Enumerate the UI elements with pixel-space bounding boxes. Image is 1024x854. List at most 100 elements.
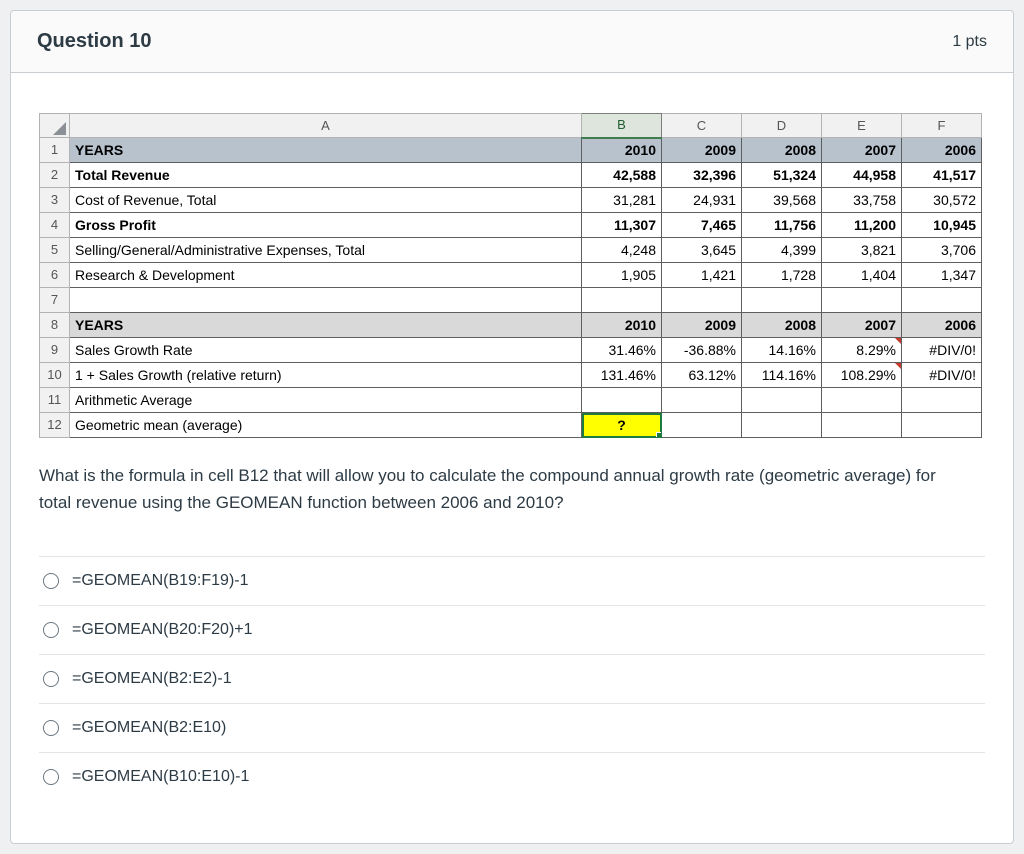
row-number: 5 <box>39 237 70 263</box>
answer-option-5[interactable]: =GEOMEAN(B10:E10)-1 <box>39 752 985 801</box>
answer-option-label: =GEOMEAN(B20:F20)+1 <box>72 621 253 639</box>
cell-D1: 2008 <box>741 137 822 163</box>
cell-F3: 30,572 <box>901 187 982 213</box>
spreadsheet-row: 4 Gross Profit 11,307 7,465 11,756 11,200 10… <box>39 212 982 238</box>
row-label-cell: Geometric mean (average) <box>69 412 582 438</box>
cell-C1: 2009 <box>661 137 742 163</box>
cell-D12 <box>741 412 822 438</box>
cell-E8: 2007 <box>821 312 902 338</box>
column-header-E: E <box>821 113 902 138</box>
cell-D7 <box>741 287 822 313</box>
question-card: Question 10 1 pts ABCDEF 1 YEARS 2010 200… <box>10 10 1014 845</box>
cell-E12 <box>821 412 902 438</box>
answer-option-1[interactable]: =GEOMEAN(B19:F19)-1 <box>39 556 985 605</box>
row-label-cell <box>69 287 582 313</box>
row-label-cell: Research & Development <box>69 262 582 288</box>
radio-button-icon[interactable] <box>43 622 59 639</box>
cell-D11 <box>741 387 822 413</box>
cell-B4: 11,307 <box>581 212 662 238</box>
cell-E9: 8.29% <box>821 337 902 363</box>
radio-button-icon[interactable] <box>43 769 59 786</box>
row-number: 1 <box>39 137 70 163</box>
row-label-cell: Arithmetic Average <box>69 387 582 413</box>
answer-options: =GEOMEAN(B19:F19)-1 =GEOMEAN(B20:F20)+1 … <box>39 556 985 801</box>
row-label-cell: Total Revenue <box>69 162 582 188</box>
cell-F5: 3,706 <box>901 237 982 263</box>
cell-E6: 1,404 <box>821 262 902 288</box>
cell-C3: 24,931 <box>661 187 742 213</box>
spreadsheet-row: 6 Research & Development 1,905 1,421 1,728… <box>39 262 982 288</box>
row-number: 12 <box>39 412 70 438</box>
column-header-F: F <box>901 113 982 138</box>
row-number: 6 <box>39 262 70 288</box>
spreadsheet-row: 3 Cost of Revenue, Total 31,281 24,931 39,… <box>39 187 982 213</box>
cell-C6: 1,421 <box>661 262 742 288</box>
radio-button-icon[interactable] <box>43 671 59 688</box>
question-title: Question 10 <box>37 30 152 52</box>
cell-C5: 3,645 <box>661 237 742 263</box>
row-label-cell: YEARS <box>69 312 582 338</box>
column-header-C: C <box>661 113 742 138</box>
spreadsheet-row: 8 YEARS 2010 2009 2008 2007 2006 <box>39 312 982 338</box>
cell-D5: 4,399 <box>741 237 822 263</box>
column-header-B: B <box>581 113 662 139</box>
cell-D8: 2008 <box>741 312 822 338</box>
cell-F12 <box>901 412 982 438</box>
cell-B8: 2010 <box>581 312 662 338</box>
cell-E2: 44,958 <box>821 162 902 188</box>
row-number: 4 <box>39 212 70 238</box>
cell-E7 <box>821 287 902 313</box>
spreadsheet-row: 9 Sales Growth Rate 31.46% -36.88% 14.16% 8… <box>39 337 982 363</box>
row-label-cell: Selling/General/Administrative Expenses,… <box>69 237 582 263</box>
cell-E1: 2007 <box>821 137 902 163</box>
row-number: 9 <box>39 337 70 363</box>
radio-button-icon[interactable] <box>43 573 59 590</box>
row-label-cell: Cost of Revenue, Total <box>69 187 582 213</box>
answer-option-2[interactable]: =GEOMEAN(B20:F20)+1 <box>39 605 985 654</box>
cell-F9: #DIV/0! <box>901 337 982 363</box>
row-number: 7 <box>39 287 70 313</box>
cell-F4: 10,945 <box>901 212 982 238</box>
cell-B7 <box>581 287 662 313</box>
row-number: 11 <box>39 387 70 413</box>
row-number: 8 <box>39 312 70 338</box>
cell-C2: 32,396 <box>661 162 742 188</box>
cell-B2: 42,588 <box>581 162 662 188</box>
question-body: ABCDEF 1 YEARS 2010 2009 2008 2007 2006 2 To… <box>11 73 1013 843</box>
answer-option-label: =GEOMEAN(B19:F19)-1 <box>72 572 249 590</box>
spreadsheet-row: 10 1 + Sales Growth (relative return) 13… <box>39 362 982 388</box>
cell-E10: 108.29% <box>821 362 902 388</box>
answer-option-3[interactable]: =GEOMEAN(B2:E2)-1 <box>39 654 985 703</box>
column-header-A: A <box>69 113 582 138</box>
spreadsheet-row: 7 <box>39 287 982 313</box>
cell-E11 <box>821 387 902 413</box>
spreadsheet-row: 1 YEARS 2010 2009 2008 2007 2006 <box>39 137 982 163</box>
question-header: Question 10 1 pts <box>11 11 1013 73</box>
row-number: 3 <box>39 187 70 213</box>
row-label-cell: YEARS <box>69 137 582 163</box>
select-all-corner <box>39 113 70 138</box>
spreadsheet-row: 2 Total Revenue 42,588 32,396 51,324 44,958… <box>39 162 982 188</box>
cell-C12 <box>661 412 742 438</box>
radio-button-icon[interactable] <box>43 720 59 737</box>
cell-B12: ? <box>581 412 662 438</box>
cell-C7 <box>661 287 742 313</box>
spreadsheet-row: 11 Arithmetic Average <box>39 387 982 413</box>
cell-E4: 11,200 <box>821 212 902 238</box>
cell-B6: 1,905 <box>581 262 662 288</box>
cell-F8: 2006 <box>901 312 982 338</box>
cell-F1: 2006 <box>901 137 982 163</box>
cell-C9: -36.88% <box>661 337 742 363</box>
spreadsheet-body: 1 YEARS 2010 2009 2008 2007 2006 2 Total Rev… <box>39 137 982 438</box>
cell-B11 <box>581 387 662 413</box>
cell-C10: 63.12% <box>661 362 742 388</box>
row-label-cell: Gross Profit <box>69 212 582 238</box>
row-number: 2 <box>39 162 70 188</box>
answer-option-4[interactable]: =GEOMEAN(B2:E10) <box>39 703 985 752</box>
cell-B3: 31,281 <box>581 187 662 213</box>
cell-E5: 3,821 <box>821 237 902 263</box>
cell-D3: 39,568 <box>741 187 822 213</box>
cell-E3: 33,758 <box>821 187 902 213</box>
cell-D6: 1,728 <box>741 262 822 288</box>
row-label-cell: 1 + Sales Growth (relative return) <box>69 362 582 388</box>
